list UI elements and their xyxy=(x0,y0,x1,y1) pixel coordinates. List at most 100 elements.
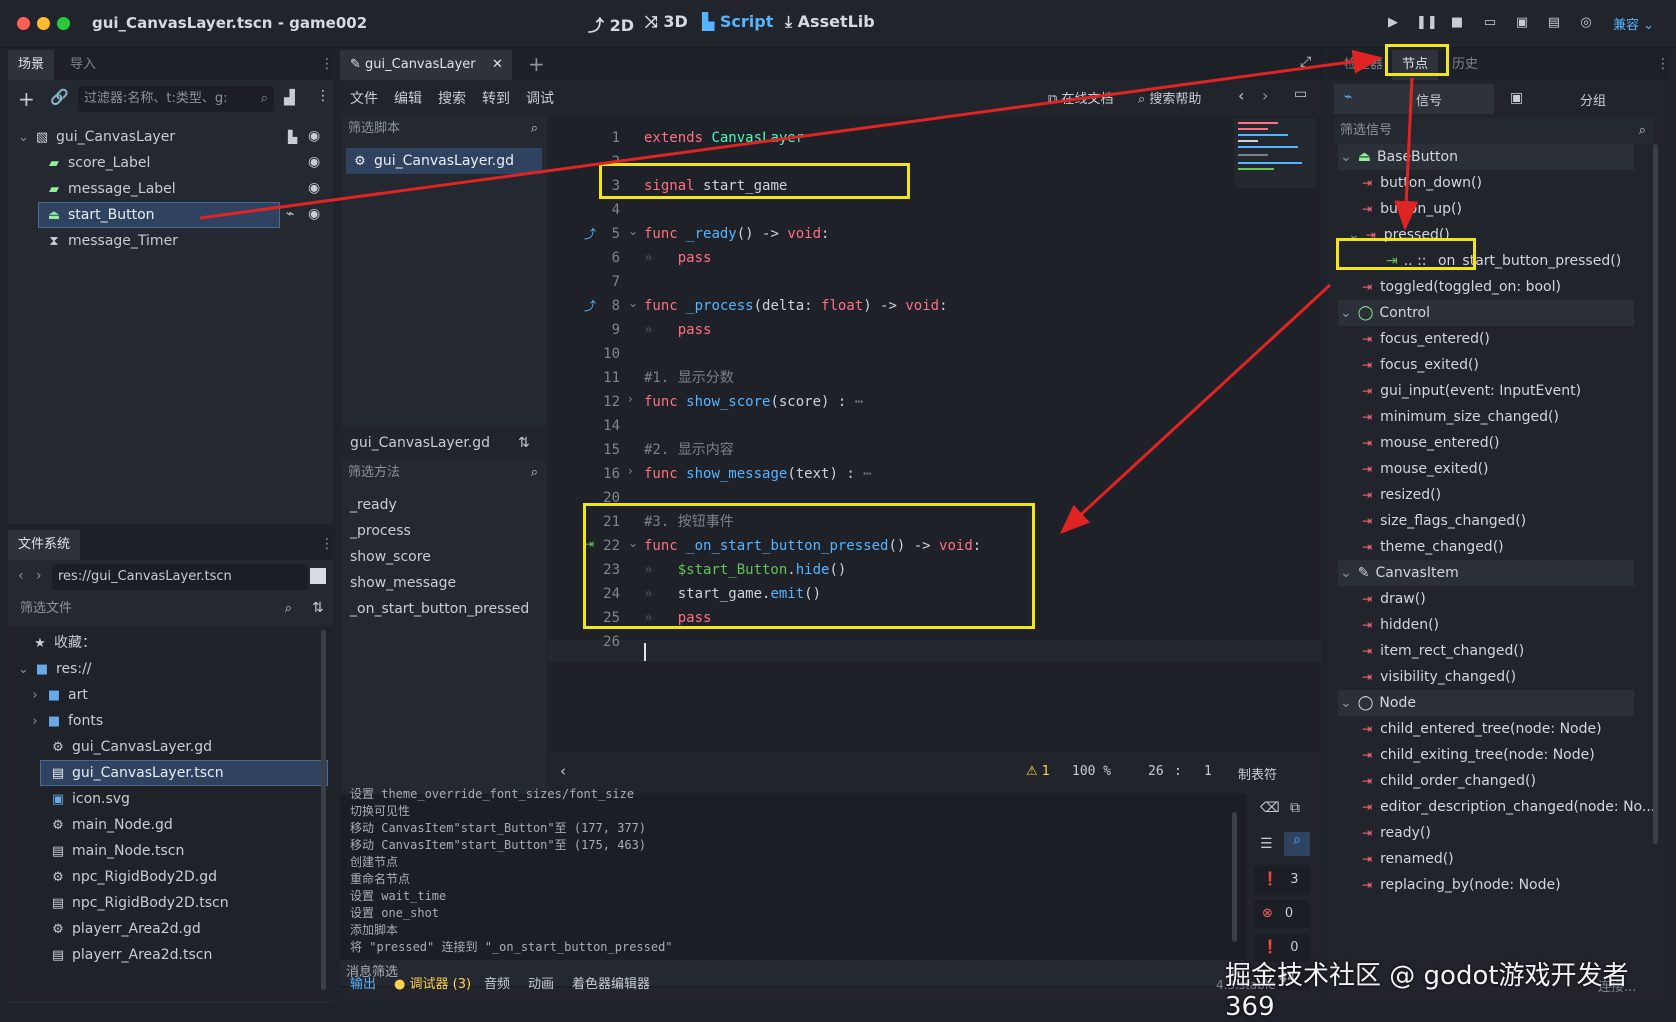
signal-filter-input[interactable]: 筛选信号 ⌕ xyxy=(1334,118,1654,144)
workspace-assetlib-button[interactable]: ⤓ AssetLib xyxy=(785,12,875,32)
sort-icon[interactable]: ⇅ xyxy=(518,430,530,456)
visibility-eye-icon[interactable]: ◉ xyxy=(308,180,320,196)
fs-item-fonts[interactable]: › ■ fonts xyxy=(30,708,103,734)
menu-debug[interactable]: 调试 xyxy=(526,88,554,108)
signal-item[interactable]: ⇥ hidden() xyxy=(1362,612,1439,638)
signal-item[interactable]: ⇥ focus_exited() xyxy=(1362,352,1479,378)
add-tab-icon[interactable]: + xyxy=(528,52,545,76)
scene-filter-input[interactable]: 过滤器:名称、t:类型、g: ⌕ xyxy=(78,86,274,112)
fs-item-gui-gd[interactable]: ⚙ gui_CanvasLayer.gd xyxy=(50,734,212,760)
visibility-eye-icon[interactable]: ◉ xyxy=(308,206,320,222)
signal-item[interactable]: ⇥ editor_description_changed(node: No... xyxy=(1362,794,1655,820)
split-mode-icon[interactable] xyxy=(310,568,326,584)
signal-item[interactable]: ⇥ button_up() xyxy=(1362,196,1462,222)
search-help-button[interactable]: ⌕ 搜索帮助 xyxy=(1138,88,1201,107)
signal-class-control[interactable]: ⌄ ◯ Control xyxy=(1338,300,1634,326)
fold-arrow-icon[interactable]: ⌄ xyxy=(628,224,638,238)
fs-item-main-tscn[interactable]: ▤ main_Node.tscn xyxy=(50,838,184,864)
history-back-icon[interactable]: ‹ xyxy=(1238,86,1244,105)
signal-class-node[interactable]: ⌄ ◯ Node xyxy=(1338,690,1634,716)
fold-arrow-icon[interactable]: › xyxy=(628,464,633,478)
renderer-select[interactable]: 兼容 ⌄ xyxy=(1613,14,1654,33)
zoom-window-button[interactable] xyxy=(57,17,70,30)
workspace-script-button[interactable]: ▙ Script xyxy=(702,12,773,31)
dock-menu-icon[interactable]: ⋮ xyxy=(320,56,334,72)
tab-debugger[interactable]: ● 调试器 (3) xyxy=(394,972,471,998)
play-scene-icon[interactable]: ▣ xyxy=(1513,14,1531,32)
override-icon[interactable]: ⤴ xyxy=(584,225,596,242)
warning-indicator[interactable]: ⚠ 1 xyxy=(1026,764,1050,779)
method-item[interactable]: _on_start_button_pressed xyxy=(350,596,529,622)
menu-goto[interactable]: 转到 xyxy=(482,88,510,108)
signal-item[interactable]: ⇥ gui_input(event: InputEvent) xyxy=(1362,378,1581,404)
signal-item[interactable]: ⇥ child_exiting_tree(node: Node) xyxy=(1362,742,1595,768)
indent-mode[interactable]: 制表符 xyxy=(1238,764,1277,783)
groups-icon[interactable]: ▣ xyxy=(1510,90,1523,106)
play-custom-scene-icon[interactable]: ▤ xyxy=(1545,14,1563,32)
scene-menu-icon[interactable]: ⋮ xyxy=(316,88,330,104)
signal-item[interactable]: ⇥ replacing_by(node: Node) xyxy=(1362,872,1561,898)
toggle-scripts-icon[interactable]: ‹ xyxy=(560,762,566,780)
signal-item[interactable]: ⇥ item_rect_changed() xyxy=(1362,638,1524,664)
signal-item[interactable]: ⇥ draw() xyxy=(1362,586,1426,612)
script-list-item[interactable]: ⚙ gui_CanvasLayer.gd xyxy=(352,148,514,174)
collapse-icon[interactable]: ☰ xyxy=(1260,836,1273,852)
method-filter-input[interactable]: 筛选方法 ⌕ xyxy=(342,460,546,486)
visibility-eye-icon[interactable]: ◉ xyxy=(308,154,320,170)
signal-item[interactable]: ⇥ minimum_size_changed() xyxy=(1362,404,1559,430)
tab-gui-canvaslayer[interactable]: ✎ gui_CanvasLayer ✕ xyxy=(340,50,512,80)
signal-icon[interactable]: ⌁ xyxy=(286,206,294,222)
signal-item[interactable]: ⇥ renamed() xyxy=(1362,846,1454,872)
signal-item[interactable]: ⇥ child_entered_tree(node: Node) xyxy=(1362,716,1602,742)
method-item[interactable]: show_message xyxy=(350,570,456,596)
tab-output[interactable]: 输出 xyxy=(350,972,376,998)
online-docs-button[interactable]: ⧉ 在线文档 xyxy=(1048,88,1113,107)
workspace-3d-button[interactable]: ⤨ 3D xyxy=(645,12,688,32)
fs-item-player-gd[interactable]: ⚙ playerr_Area2d.gd xyxy=(50,916,201,942)
signal-scrollbar[interactable] xyxy=(1653,144,1658,844)
subtab-signals[interactable]: ⌁ 信号 xyxy=(1334,84,1494,114)
tab-audio[interactable]: 音频 xyxy=(484,972,510,998)
fs-scrollbar[interactable] xyxy=(321,630,326,990)
dock-menu-icon[interactable]: ⋮ xyxy=(320,536,334,552)
signal-item[interactable]: ⇥ toggled(toggled_on: bool) xyxy=(1362,274,1561,300)
override-icon[interactable]: ⤴ xyxy=(584,297,596,314)
link-icon[interactable]: 🔗 xyxy=(50,88,69,106)
close-tab-icon[interactable]: ✕ xyxy=(492,50,503,80)
script-icon[interactable]: ▙ xyxy=(288,130,297,144)
tab-filesystem[interactable]: 文件系统 xyxy=(8,530,81,560)
movie-maker-icon[interactable]: ◎ xyxy=(1577,14,1595,32)
filter-toggle-icon[interactable]: ⌕ xyxy=(1284,832,1310,856)
fold-arrow-icon[interactable]: ⌄ xyxy=(628,296,638,310)
tree-node-message-timer[interactable]: ⧗ message_Timer xyxy=(46,228,178,254)
signal-item[interactable]: ⇥ ready() xyxy=(1362,820,1431,846)
fs-item-favorites[interactable]: ★ 收藏： xyxy=(32,630,96,656)
back-icon[interactable]: ‹ xyxy=(18,568,24,584)
remote-debug-icon[interactable]: ▭ xyxy=(1481,14,1499,32)
tab-scene[interactable]: 场景 xyxy=(8,50,55,80)
pause-icon[interactable]: ❚❚ xyxy=(1416,14,1438,32)
signal-item[interactable]: ⇥ theme_changed() xyxy=(1362,534,1504,560)
fs-item-icon-svg[interactable]: ▣ icon.svg xyxy=(50,786,130,812)
fs-item-player-tscn[interactable]: ▤ playerr_Area2d.tscn xyxy=(50,942,213,968)
fold-arrow-icon[interactable]: › xyxy=(628,392,633,406)
fs-filter-input[interactable]: 筛选文件 ⌕ xyxy=(14,596,304,622)
code-editor[interactable]: 1 extends CanvasLayer 2 3 signal start_game 4… xyxy=(548,116,1322,752)
signal-item[interactable]: ⇥ focus_entered() xyxy=(1362,326,1490,352)
distraction-free-icon[interactable]: ⤢ xyxy=(1300,54,1311,70)
float-window-icon[interactable]: ▭ xyxy=(1294,86,1307,102)
visibility-eye-icon[interactable]: ◉ xyxy=(308,128,320,144)
signal-class-basebutton[interactable]: ⌄ ⏏ BaseButton xyxy=(1338,144,1634,170)
menu-edit[interactable]: 编辑 xyxy=(394,88,422,108)
tree-node-start-button[interactable]: ⏏ start_Button xyxy=(46,202,155,228)
method-item[interactable]: _ready xyxy=(350,492,397,518)
dock-menu-icon[interactable]: ⋮ xyxy=(1656,56,1670,72)
script-filter-input[interactable]: 筛选脚本 ⌕ xyxy=(342,116,546,142)
fs-path-field[interactable]: res://gui_CanvasLayer.tscn xyxy=(52,564,308,590)
add-node-icon[interactable]: + xyxy=(18,86,35,112)
subtab-groups[interactable]: 分组 xyxy=(1580,90,1606,109)
signal-item[interactable]: ⇥ size_flags_changed() xyxy=(1362,508,1526,534)
signal-item[interactable]: ⇥ resized() xyxy=(1362,482,1441,508)
menu-file[interactable]: 文件 xyxy=(350,88,378,108)
fs-item-main-gd[interactable]: ⚙ main_Node.gd xyxy=(50,812,173,838)
